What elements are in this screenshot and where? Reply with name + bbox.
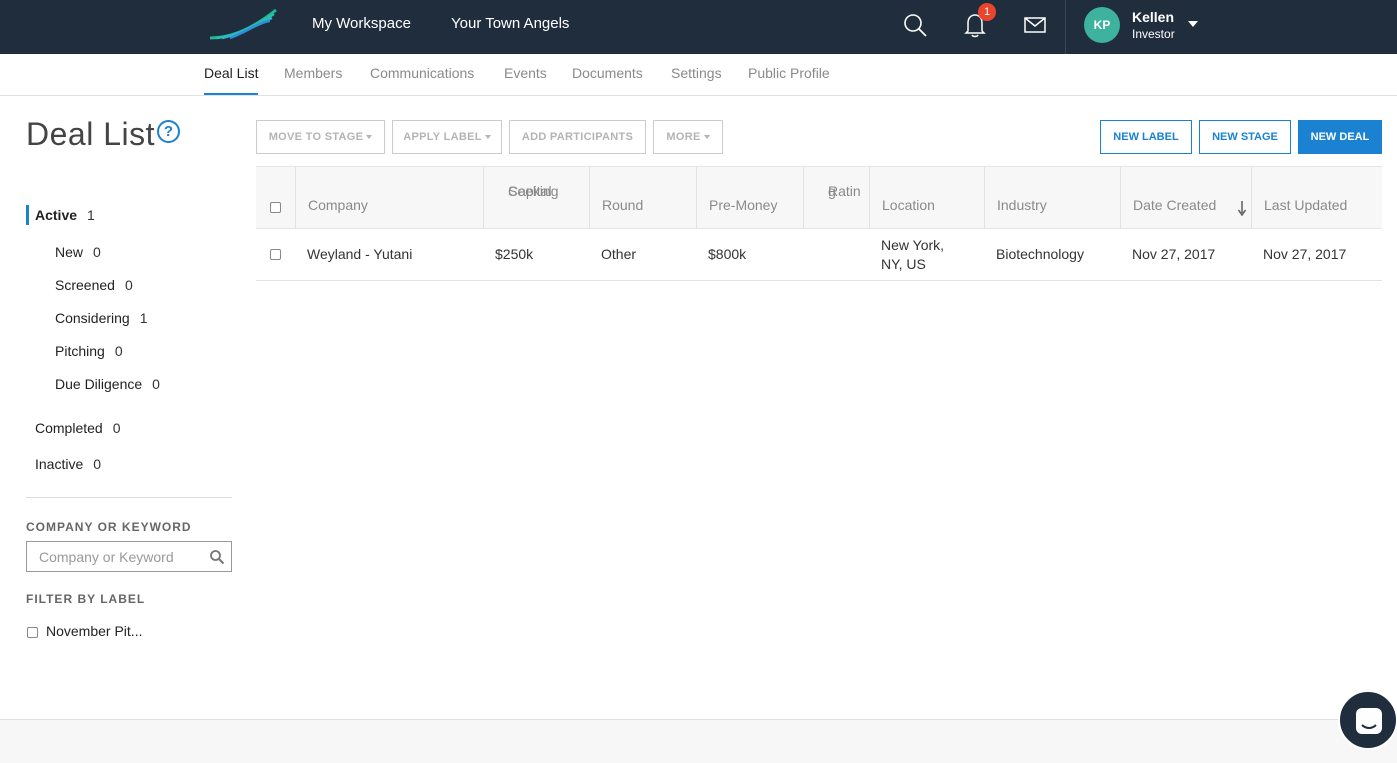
top-navigation-bar: My Workspace Your Town Angels 1 KP Kelle… [0, 0, 1397, 54]
new-label-button[interactable]: NEW LABEL [1100, 120, 1192, 154]
column-pre-money[interactable]: Pre-Money [697, 167, 804, 229]
mail-icon[interactable] [1021, 11, 1049, 39]
more-button[interactable]: MORE [653, 120, 723, 154]
active-stage-indicator [26, 205, 29, 225]
avatar[interactable]: KP [1084, 7, 1120, 43]
help-icon[interactable]: ? [157, 120, 180, 143]
tab-settings[interactable]: Settings [671, 54, 722, 95]
search-icon[interactable] [901, 11, 929, 39]
cell-date-created: Nov 27, 2017 [1132, 246, 1216, 262]
label-checkbox[interactable] [27, 627, 38, 638]
page-title: Deal List [26, 116, 155, 152]
column-industry[interactable]: Industry [985, 167, 1121, 229]
logo-icon[interactable] [208, 8, 278, 42]
sort-descending-icon[interactable] [1237, 200, 1247, 216]
column-date-created[interactable]: Date Created [1121, 167, 1252, 229]
row-checkbox[interactable] [270, 249, 281, 260]
new-deal-button[interactable]: NEW DEAL [1298, 120, 1382, 154]
tab-communications[interactable]: Communications [370, 54, 474, 95]
column-rating[interactable]: Ratin g [804, 167, 870, 229]
new-stage-button[interactable]: NEW STAGE [1199, 120, 1291, 154]
notification-badge: 1 [978, 3, 996, 21]
table-header: Company Capital Seeking Round Pre-Money R… [256, 166, 1382, 229]
column-company[interactable]: Company [296, 167, 484, 229]
topbar-divider [1065, 0, 1066, 54]
stage-inactive[interactable]: Inactive 0 [35, 456, 101, 472]
cell-company[interactable]: Weyland - Yutani [307, 245, 412, 264]
stage-new[interactable]: New 0 [55, 244, 101, 260]
add-participants-button[interactable]: ADD PARTICIPANTS [509, 120, 646, 154]
footer [0, 719, 1397, 763]
caret-down-icon [366, 135, 373, 140]
stage-due-diligence[interactable]: Due Diligence 0 [55, 376, 160, 392]
stage-active[interactable]: Active 1 [35, 207, 95, 223]
tab-documents[interactable]: Documents [572, 54, 643, 95]
cell-pre-money: $800k [708, 246, 747, 262]
apply-label-button[interactable]: APPLY LABEL [392, 120, 502, 154]
select-all-checkbox[interactable] [270, 202, 281, 213]
tab-public-profile[interactable]: Public Profile [748, 54, 830, 95]
tab-deal-list[interactable]: Deal List [204, 54, 259, 95]
user-name[interactable]: Kellen [1132, 9, 1174, 25]
header-select-cell [256, 167, 296, 229]
column-last-updated[interactable]: Last Updated [1252, 167, 1382, 229]
cell-round: Other [601, 246, 637, 262]
column-capital-seeking[interactable]: Capital Seeking [484, 167, 590, 229]
filter-label-heading: FILTER BY LABEL [26, 592, 146, 606]
sidebar-divider [26, 497, 232, 498]
move-to-stage-button[interactable]: MOVE TO STAGE [256, 120, 385, 154]
stage-completed[interactable]: Completed 0 [35, 420, 121, 436]
cell-capital-seeking: $250k [495, 246, 534, 262]
sub-navigation: Deal List Members Communications Events … [0, 54, 1397, 96]
chat-icon [1356, 708, 1382, 734]
stage-considering[interactable]: Considering 1 [55, 310, 148, 326]
column-round[interactable]: Round [590, 167, 697, 229]
cell-last-updated: Nov 27, 2017 [1263, 246, 1347, 262]
tab-members[interactable]: Members [284, 54, 342, 95]
search-input[interactable] [27, 542, 197, 571]
cell-location: New York, NY, US [881, 237, 945, 272]
user-role: Investor [1132, 27, 1175, 41]
label-filter-item[interactable]: November Pit... [46, 623, 142, 639]
column-location[interactable]: Location [870, 167, 985, 229]
table-row[interactable]: Weyland - Yutani $250k Other $800k New Y… [256, 229, 1382, 281]
caret-down-icon [703, 135, 710, 140]
stage-pitching[interactable]: Pitching 0 [55, 343, 123, 359]
chat-launcher-button[interactable] [1338, 690, 1397, 750]
nav-my-workspace[interactable]: My Workspace [312, 0, 411, 54]
nav-your-town-angels[interactable]: Your Town Angels [451, 0, 569, 54]
search-label: COMPANY OR KEYWORD [26, 520, 192, 534]
search-field [26, 541, 232, 572]
cell-industry: Biotechnology [996, 246, 1084, 262]
tab-events[interactable]: Events [504, 54, 547, 95]
stage-screened[interactable]: Screened 0 [55, 277, 133, 293]
caret-down-icon [484, 135, 491, 140]
search-icon[interactable] [209, 549, 225, 565]
chevron-down-icon[interactable] [1188, 21, 1198, 27]
